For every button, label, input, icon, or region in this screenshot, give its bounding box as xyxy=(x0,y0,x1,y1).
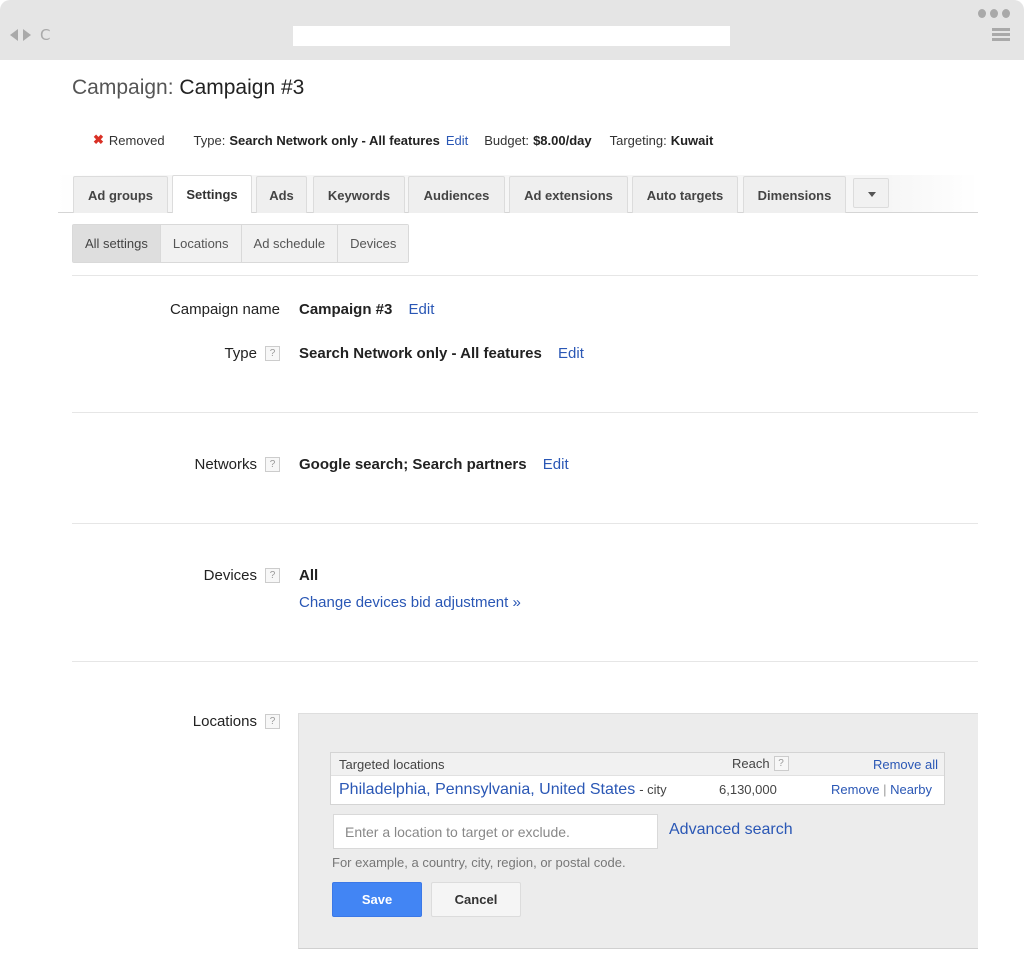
help-icon[interactable]: ? xyxy=(773,756,789,771)
advanced-search-link[interactable]: Advanced search xyxy=(669,821,793,839)
devices-label-text: Devices xyxy=(203,567,257,584)
settings-subtabs: All settings Locations Ad schedule Devic… xyxy=(72,224,410,263)
col-targeted-locations: Targeted locations xyxy=(339,757,445,772)
devices-label: Devices ? xyxy=(204,567,280,584)
type-setting-edit-link[interactable]: Edit xyxy=(558,345,584,362)
divider xyxy=(72,275,978,276)
type-setting-label: Type ? xyxy=(224,345,280,362)
title-prefix: Campaign: xyxy=(72,76,174,99)
col-reach: Reach ? xyxy=(732,756,789,771)
networks-value: Google search; Search partners Edit xyxy=(299,456,569,473)
more-tabs-button[interactable] xyxy=(853,178,889,208)
locations-label: Locations ? xyxy=(193,713,280,730)
location-search-input[interactable] xyxy=(333,814,658,849)
tab-settings[interactable]: Settings xyxy=(172,175,252,213)
dropdown-caret-icon xyxy=(868,192,876,197)
table-row: Philadelphia, Pennsylvania, United State… xyxy=(331,776,944,804)
campaign-summary: ✖ Removed Type: Search Network only - Al… xyxy=(93,132,713,148)
nearby-link[interactable]: Nearby xyxy=(890,782,932,797)
page-title: Campaign: Campaign #3 xyxy=(72,76,304,100)
menu-icon[interactable] xyxy=(992,28,1010,43)
campaign-name-label: Campaign name xyxy=(170,301,280,318)
type-label-text: Type xyxy=(224,345,257,362)
change-devices-bid-link[interactable]: Change devices bid adjustment » xyxy=(299,594,521,611)
type-value: Search Network only - All features xyxy=(229,132,440,148)
window-controls-icon[interactable] xyxy=(978,9,1010,18)
tab-ad-groups[interactable]: Ad groups xyxy=(73,176,168,213)
status-text: Removed xyxy=(108,132,165,148)
save-button[interactable]: Save xyxy=(332,882,422,917)
subtab-devices[interactable]: Devices xyxy=(338,225,409,262)
tab-ad-extensions[interactable]: Ad extensions xyxy=(509,176,628,213)
reach-value: 6,130,000 xyxy=(719,782,777,797)
removed-icon: ✖ xyxy=(93,132,104,147)
targeting-value: Kuwait xyxy=(670,132,714,148)
targeted-locations-table: Targeted locations Reach ? Remove all Ph… xyxy=(330,752,945,805)
help-icon[interactable]: ? xyxy=(265,457,280,472)
divider xyxy=(72,661,978,662)
remove-all-link[interactable]: Remove all xyxy=(873,757,938,772)
tab-auto-targets[interactable]: Auto targets xyxy=(632,176,738,213)
locations-label-text: Locations xyxy=(192,713,257,730)
tab-audiences[interactable]: Audiences xyxy=(408,176,505,213)
targeting-label: Targeting: xyxy=(609,132,667,148)
forward-icon[interactable] xyxy=(23,29,31,41)
col-reach-text: Reach xyxy=(732,756,770,771)
devices-text: All xyxy=(299,567,319,584)
remove-link[interactable]: Remove xyxy=(831,782,879,797)
type-edit-link[interactable]: Edit xyxy=(446,133,468,148)
back-icon[interactable] xyxy=(10,29,18,41)
campaign-name-edit-link[interactable]: Edit xyxy=(409,301,435,318)
browser-window: C Campaign: Campaign #3 ✖ Removed Type: … xyxy=(0,0,1024,974)
campaign-name-label-text: Campaign name xyxy=(169,301,280,318)
location-link[interactable]: Philadelphia, Pennsylvania, United State… xyxy=(339,781,635,798)
reload-icon[interactable]: C xyxy=(40,26,50,44)
networks-label-text: Networks xyxy=(194,456,257,473)
action-separator: | xyxy=(883,782,887,797)
help-icon[interactable]: ? xyxy=(265,568,280,583)
tab-keywords[interactable]: Keywords xyxy=(313,176,405,213)
divider xyxy=(72,412,978,413)
campaign-name-text: Campaign #3 xyxy=(299,301,393,318)
location-hint: For example, a country, city, region, or… xyxy=(332,855,626,870)
subtab-locations[interactable]: Locations xyxy=(160,225,242,262)
address-bar[interactable] xyxy=(293,26,730,46)
dot-icon xyxy=(1002,9,1010,18)
campaign-name-value: Campaign #3 Edit xyxy=(299,301,434,318)
tab-ads[interactable]: Ads xyxy=(256,176,307,213)
help-icon[interactable]: ? xyxy=(265,346,280,361)
networks-text: Google search; Search partners xyxy=(299,456,527,473)
dot-icon xyxy=(990,9,998,18)
devices-value: All xyxy=(299,567,318,584)
budget-label: Budget: xyxy=(484,132,530,148)
location-kind: - city xyxy=(639,782,667,797)
type-setting-value: Search Network only - All features Edit xyxy=(299,345,584,362)
subtab-all-settings[interactable]: All settings xyxy=(73,225,161,262)
networks-label: Networks ? xyxy=(194,456,280,473)
type-setting-text: Search Network only - All features xyxy=(299,345,542,362)
cancel-button[interactable]: Cancel xyxy=(431,882,521,917)
browser-nav: C xyxy=(10,26,50,44)
row-actions: Remove | Nearby xyxy=(831,782,932,797)
help-icon[interactable]: ? xyxy=(265,714,280,729)
networks-edit-link[interactable]: Edit xyxy=(543,456,569,473)
dot-icon xyxy=(978,9,986,18)
subtab-ad-schedule[interactable]: Ad schedule xyxy=(241,225,339,262)
location-cell: Philadelphia, Pennsylvania, United State… xyxy=(339,781,667,799)
locations-panel: Targeted locations Reach ? Remove all Ph… xyxy=(298,713,978,949)
budget-value: $8.00/day xyxy=(533,132,592,148)
table-header: Targeted locations Reach ? Remove all xyxy=(331,753,944,776)
browser-chrome: C xyxy=(0,0,1024,60)
divider xyxy=(72,523,978,524)
devices-link-wrap: Change devices bid adjustment » xyxy=(299,594,521,611)
type-label: Type: xyxy=(193,132,226,148)
tab-dimensions[interactable]: Dimensions xyxy=(743,176,846,213)
title-campaign-name: Campaign #3 xyxy=(179,76,305,99)
main-tabs: Ad groups Settings Ads Keywords Audience… xyxy=(58,175,978,213)
